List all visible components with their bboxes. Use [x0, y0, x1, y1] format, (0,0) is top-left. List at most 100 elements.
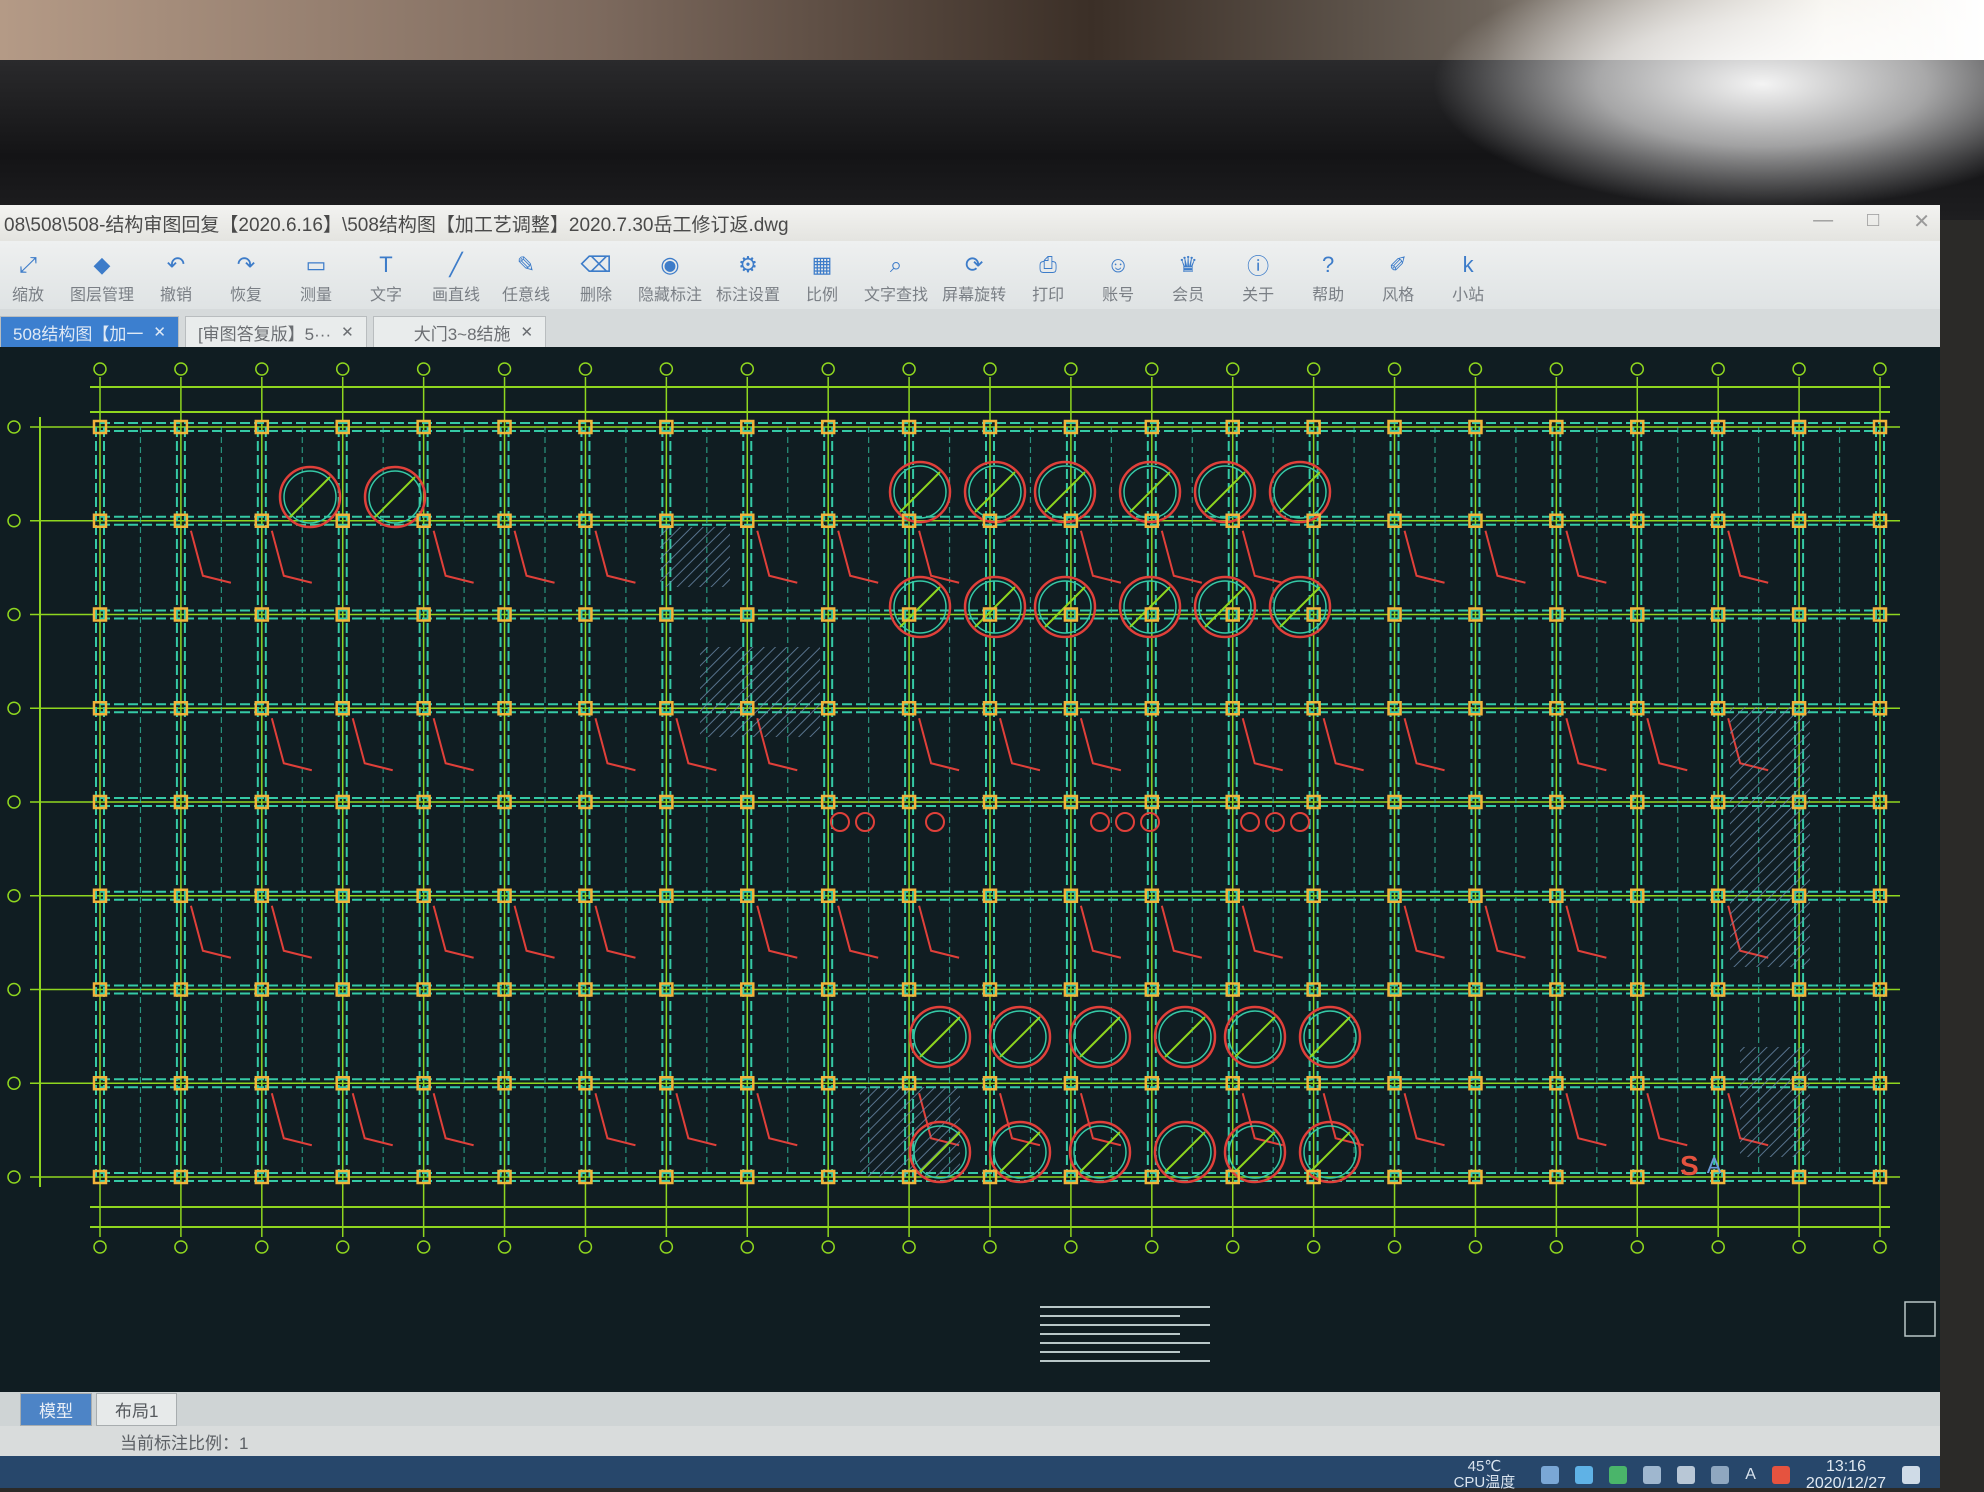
small-pile-circle — [1090, 812, 1110, 832]
toolbar-button-20[interactable]: k 小站 — [1440, 252, 1496, 305]
toolbar-button-13[interactable]: ⟳ 屏幕旋转 — [942, 252, 1006, 305]
sogou-icon[interactable] — [1771, 1466, 1790, 1484]
print-icon: ⎙ — [1039, 252, 1057, 277]
small-pile-circle — [1265, 812, 1285, 832]
browser-icon[interactable] — [1609, 1466, 1628, 1484]
volume-icon[interactable] — [1677, 1466, 1696, 1484]
toolbar-button-6[interactable]: ╱ 画直线 — [428, 252, 484, 305]
toolbar-label: 风格 — [1382, 287, 1415, 304]
axis-bubble — [255, 1240, 269, 1254]
toolbar-button-3[interactable]: ↷ 恢复 — [218, 252, 274, 305]
annotation-scale-text: 当前标注比例：1 — [120, 1433, 249, 1453]
tab-model[interactable]: 模型 — [20, 1392, 92, 1426]
axis-bubble — [7, 982, 21, 997]
toolbar-button-19[interactable]: ✐ 风格 — [1370, 252, 1426, 305]
rebar-mark — [594, 530, 636, 584]
toolbar-button-8[interactable]: ⌫ 删除 — [568, 252, 624, 305]
toolbar-button-5[interactable]: T 文字 — [358, 252, 414, 305]
toolbar-button-11[interactable]: ▦ 比例 — [794, 252, 850, 305]
rebar-mark — [189, 905, 232, 959]
rebar-mark — [1565, 1092, 1607, 1147]
toolbar-button-2[interactable]: ↶ 撤销 — [148, 252, 204, 305]
windows-taskbar: 45℃ CPU温度 A 13:16 2020/12/27 — [0, 1456, 1940, 1492]
rebar-mark — [1403, 717, 1445, 772]
ime-letter[interactable]: A — [1745, 1466, 1756, 1484]
axis-bubble — [983, 362, 997, 376]
axis-bubble — [7, 701, 21, 715]
tank-slash — [1044, 471, 1086, 513]
monitor-screen: 08\508\508-结构审图回复【2020.6.16】\508结构图【加工艺调… — [0, 205, 1940, 1492]
rebar-mark — [837, 530, 879, 584]
toolbar-button-0[interactable]: ⤢ 缩放 — [0, 252, 56, 305]
tab-document-1[interactable]: 508结构图【加一 ✕ — [0, 316, 179, 347]
tab-layout-1[interactable]: 布局1 — [96, 1392, 178, 1426]
toolbar-button-17[interactable]: ⓘ 关于 — [1230, 252, 1286, 305]
axis-bubble — [1711, 1240, 1725, 1254]
axis-bubble — [416, 362, 431, 376]
toolbar-label: 屏幕旋转 — [942, 287, 1007, 304]
annotation-settings-icon: ⚙ — [738, 252, 758, 277]
hatched-slab-area — [1740, 1047, 1810, 1157]
rebar-mark — [918, 530, 960, 584]
tab-document-3[interactable]: 大门3~8结施 ✕ — [372, 316, 547, 347]
toolbar-label: 删除 — [580, 287, 613, 304]
toolbar-label: 帮助 — [1312, 287, 1345, 304]
toolbar-button-9[interactable]: ◉ 隐藏标注 — [638, 252, 702, 305]
battery-icon[interactable] — [1643, 1466, 1662, 1484]
bluetooth-icon[interactable] — [1541, 1466, 1560, 1484]
tray-app-icon[interactable] — [1575, 1466, 1594, 1484]
tab-close-icon[interactable]: ✕ — [153, 323, 166, 341]
tab-close-icon[interactable]: ✕ — [341, 323, 354, 341]
toolbar-button-4[interactable]: ▭ 测量 — [288, 252, 344, 305]
small-pile-circle — [925, 812, 945, 832]
axis-bubble — [902, 1240, 916, 1254]
account-icon: ☺ — [1106, 252, 1130, 277]
axis-bubble — [7, 420, 21, 434]
toolbar-button-10[interactable]: ⚙ 标注设置 — [716, 252, 780, 305]
status-bar: 当前标注比例：1 — [0, 1426, 1940, 1456]
tab-document-2[interactable]: [审图答复版】5··· ✕ — [184, 316, 367, 347]
close-button[interactable]: ✕ — [1913, 209, 1930, 234]
ime-mode-icon: A — [1706, 1153, 1722, 1178]
pen-icon: ✎ — [516, 252, 536, 277]
undo-icon: ↶ — [166, 252, 186, 277]
tab-close-icon[interactable]: ✕ — [521, 323, 534, 341]
axis-bubble — [659, 1240, 674, 1254]
axis-bubble — [7, 1076, 21, 1090]
tank-slash — [999, 1131, 1041, 1173]
axis-bubble — [1387, 362, 1402, 376]
toolbar-label: 恢复 — [230, 287, 263, 304]
toolbar-button-7[interactable]: ✎ 任意线 — [498, 252, 554, 305]
axis-bubble — [902, 362, 916, 376]
toolbar-label: 任意线 — [502, 287, 551, 304]
rebar-mark — [1403, 530, 1445, 584]
text-icon: T — [379, 252, 393, 277]
minimize-button[interactable]: — — [1813, 209, 1833, 234]
rebar-mark — [756, 1092, 798, 1147]
rebar-mark — [1160, 905, 1203, 959]
maximize-button[interactable]: □ — [1867, 209, 1879, 234]
toolbar-label: 图层管理 — [70, 287, 135, 304]
rebar-mark — [1565, 530, 1607, 584]
network-icon[interactable] — [1711, 1466, 1730, 1484]
hatched-slab-area — [700, 647, 820, 737]
ime-floating-bar[interactable]: S A — [1680, 1150, 1721, 1182]
notification-icon[interactable] — [1902, 1466, 1920, 1484]
toolbar-button-1[interactable]: ◆ 图层管理 — [70, 252, 134, 305]
tank-slash — [1164, 1131, 1206, 1173]
tank-slash — [374, 476, 416, 518]
drawing-canvas[interactable] — [0, 347, 1940, 1392]
axis-bubble — [497, 362, 512, 376]
taskbar-clock[interactable]: 13:16 2020/12/27 — [1806, 1458, 1886, 1492]
axis-bubble — [1306, 1240, 1321, 1254]
toolbar-button-12[interactable]: ⌕ 文字查找 — [864, 252, 928, 305]
toolbar-button-16[interactable]: ♛ 会员 — [1160, 252, 1216, 305]
window-controls: — □ ✕ — [1813, 209, 1930, 234]
rebar-mark — [918, 905, 960, 959]
toolbar-button-15[interactable]: ☺ 账号 — [1090, 252, 1146, 305]
toolbar-button-14[interactable]: ⎙ 打印 — [1020, 252, 1076, 305]
toolbar-button-18[interactable]: ? 帮助 — [1300, 252, 1356, 305]
rebar-mark — [1565, 717, 1607, 772]
rebar-mark — [756, 530, 798, 584]
toolbar-label: 比例 — [806, 287, 839, 304]
